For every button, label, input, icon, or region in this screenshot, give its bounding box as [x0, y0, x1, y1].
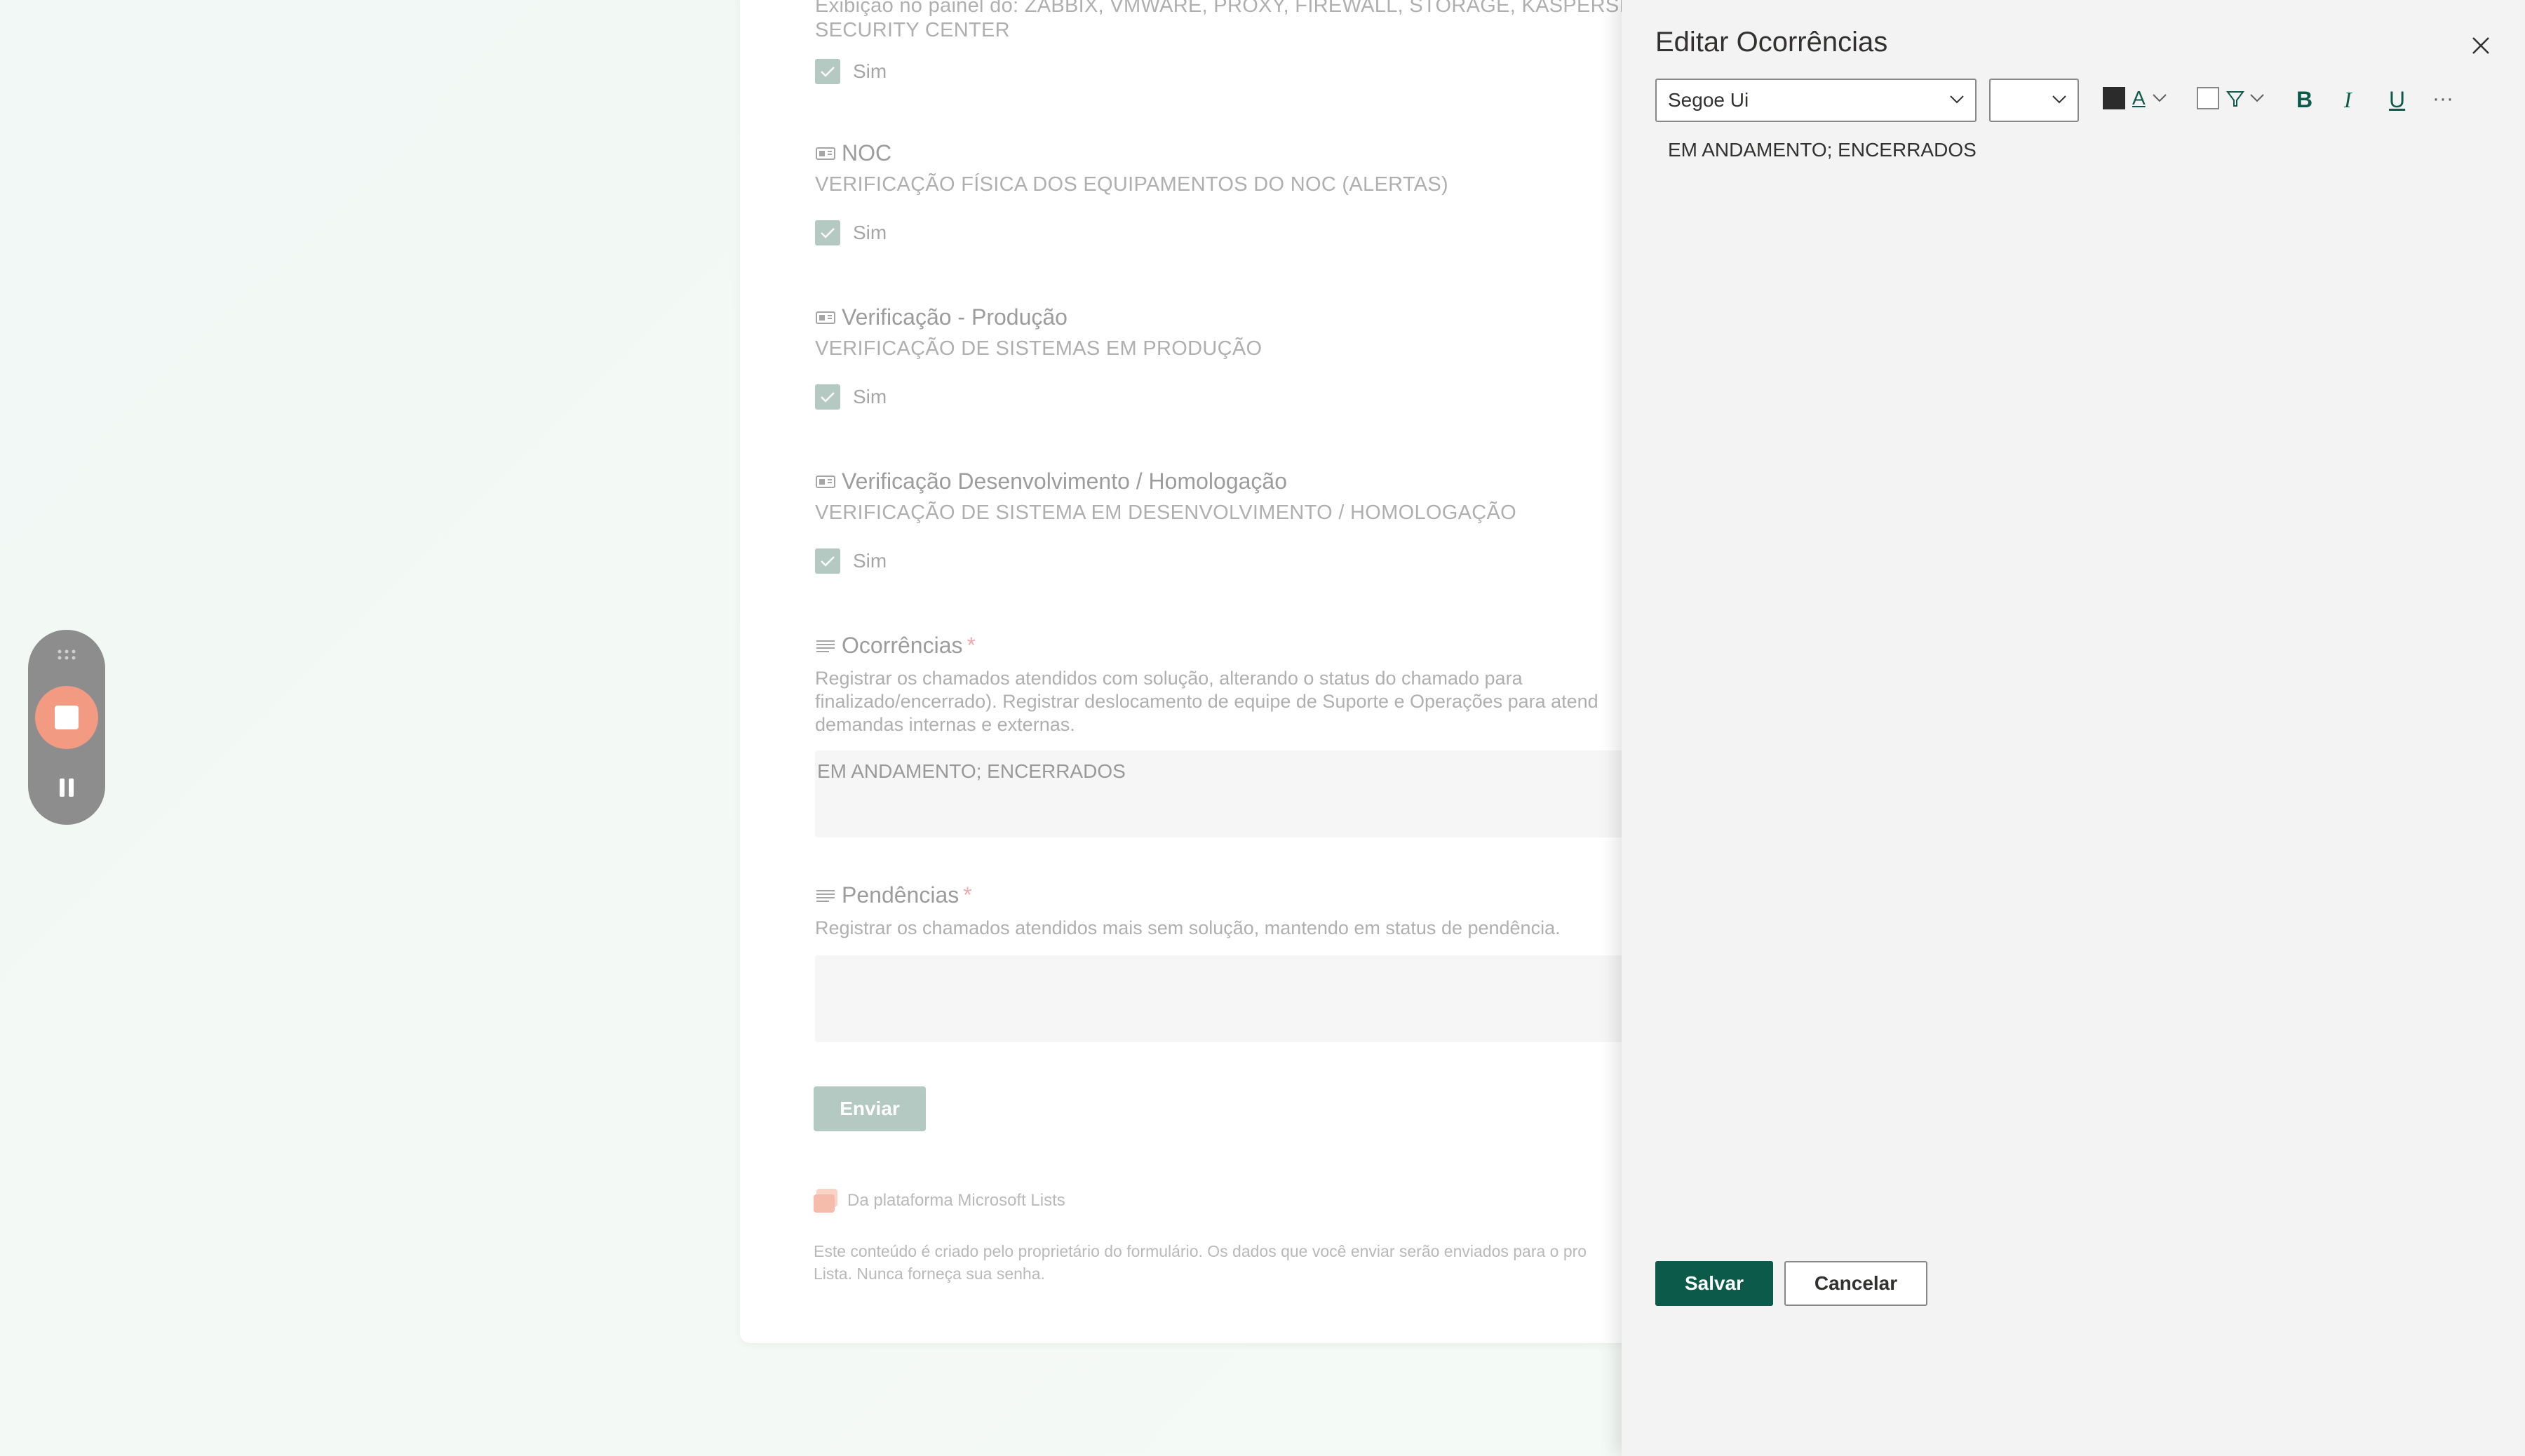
text-color-button[interactable]: A [2103, 87, 2168, 109]
modal-overlay[interactable] [0, 0, 1622, 1456]
panel-title: Editar Ocorrências [1655, 27, 1888, 58]
bold-button[interactable]: B [2296, 87, 2312, 113]
text-color-swatch [2103, 87, 2125, 109]
font-family-value: Segoe Ui [1668, 89, 1749, 111]
edit-panel: Editar Ocorrências Segoe Ui A B I U ··· … [1622, 0, 2525, 1456]
highlight-color-swatch [2197, 87, 2219, 109]
font-size-dropdown[interactable] [1989, 79, 2079, 122]
pause-icon[interactable] [56, 776, 77, 800]
stop-icon [55, 706, 79, 729]
font-family-dropdown[interactable]: Segoe Ui [1655, 79, 1977, 122]
highlighter-icon [2226, 91, 2244, 107]
save-button[interactable]: Salvar [1655, 1261, 1773, 1306]
chevron-down-icon [2052, 95, 2066, 104]
font-color-icon: A [2132, 87, 2146, 109]
stop-recording-button[interactable] [35, 686, 98, 749]
close-icon[interactable] [2470, 35, 2491, 56]
highlight-color-button[interactable] [2197, 87, 2265, 109]
more-options-button[interactable]: ··· [2432, 87, 2453, 111]
drag-handle-icon[interactable] [56, 648, 77, 662]
italic-button[interactable]: I [2344, 87, 2352, 113]
underline-button[interactable]: U [2389, 87, 2405, 113]
cancel-button[interactable]: Cancelar [1784, 1261, 1927, 1306]
rich-text-editor[interactable]: EM ANDAMENTO; ENCERRADOS [1668, 139, 1977, 161]
chevron-down-icon [2152, 94, 2167, 102]
screen-recorder-widget [28, 630, 105, 825]
chevron-down-icon [2250, 94, 2264, 102]
chevron-down-icon [1950, 95, 1964, 104]
